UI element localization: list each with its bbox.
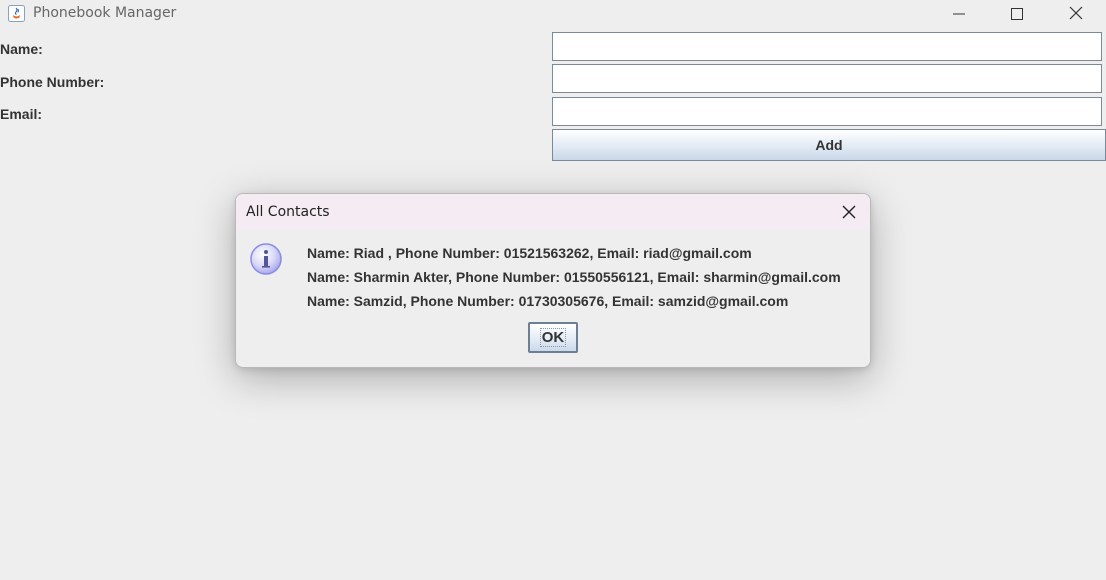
maximize-icon bbox=[1011, 5, 1023, 24]
window-title: Phonebook Manager bbox=[33, 5, 177, 21]
java-app-icon bbox=[8, 5, 25, 22]
window-titlebar: Phonebook Manager bbox=[0, 0, 1106, 31]
dialog-titlebar: All Contacts bbox=[236, 194, 870, 230]
email-label: Email: bbox=[0, 106, 43, 122]
info-icon bbox=[249, 242, 283, 276]
ok-button[interactable]: OK bbox=[528, 322, 578, 353]
dialog-title: All Contacts bbox=[246, 204, 330, 220]
add-button[interactable]: Add bbox=[552, 129, 1106, 161]
name-field[interactable] bbox=[552, 32, 1102, 61]
name-label: Name: bbox=[0, 41, 43, 57]
contact-line: Name: Riad , Phone Number: 01521563262, … bbox=[307, 245, 752, 261]
close-button[interactable] bbox=[1047, 0, 1105, 28]
phone-number-field[interactable] bbox=[552, 64, 1102, 93]
ok-button-label: OK bbox=[539, 328, 567, 347]
email-field[interactable] bbox=[552, 97, 1102, 126]
all-contacts-dialog: All Contacts Name: Riad , Phone Number: … bbox=[235, 193, 871, 368]
minimize-button[interactable] bbox=[930, 0, 988, 28]
minimize-icon bbox=[953, 5, 965, 24]
contact-line: Name: Samzid, Phone Number: 01730305676,… bbox=[307, 293, 789, 309]
phone-number-label: Phone Number: bbox=[0, 74, 105, 90]
dialog-close-icon[interactable] bbox=[840, 203, 858, 221]
contact-line: Name: Sharmin Akter, Phone Number: 01550… bbox=[307, 269, 841, 285]
maximize-button[interactable] bbox=[988, 0, 1046, 28]
close-icon bbox=[1069, 5, 1083, 24]
